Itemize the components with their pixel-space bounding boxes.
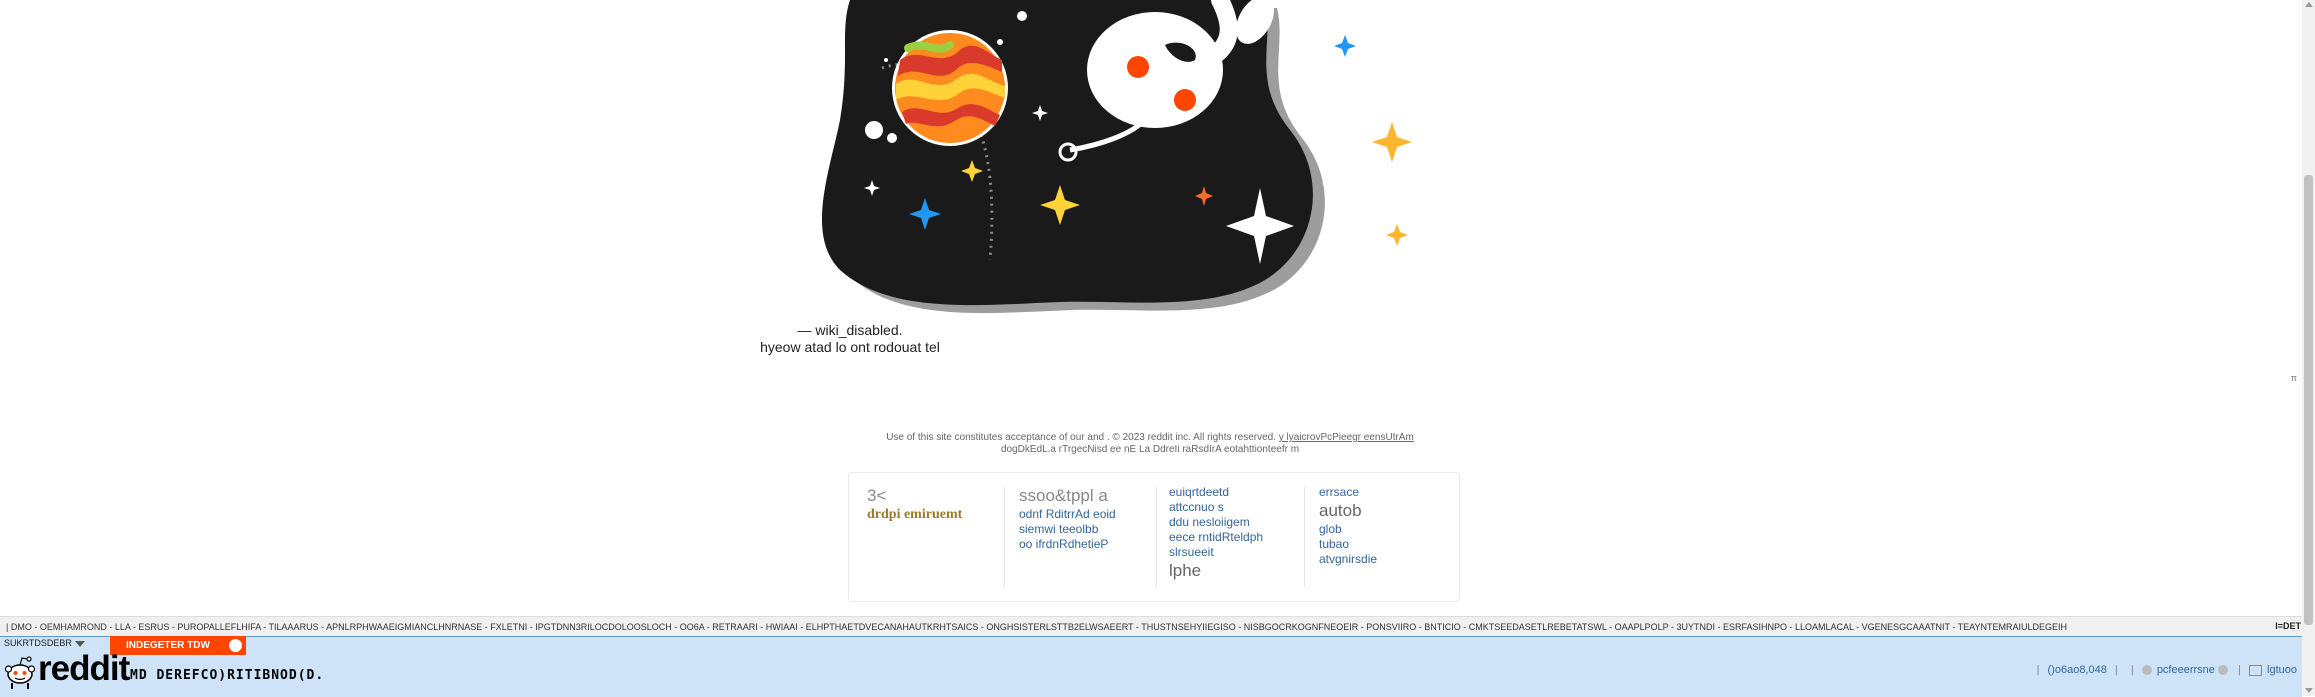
footer-col-1: 3< drdpi emiruemt bbox=[867, 485, 962, 522]
footer-col-2: ssoo&tppl a odnf RditrrAd eoid siemwi te… bbox=[1019, 485, 1116, 552]
reddit-premium-link[interactable]: drdpi emiruemt bbox=[867, 507, 962, 522]
subreddit-ticker-bar[interactable]: | DMO - OEMHAMROND - LLA - ESRUS - PUROP… bbox=[0, 616, 2302, 637]
footer-divider bbox=[1304, 487, 1305, 587]
footer-col-4-heading: autob bbox=[1319, 501, 1362, 520]
footer-link[interactable]: oo ifrdnRdhetieP bbox=[1019, 537, 1116, 552]
planet-icon bbox=[892, 30, 1008, 146]
footer-link[interactable]: tubao bbox=[1319, 537, 1377, 552]
footer-link[interactable]: errsace bbox=[1319, 485, 1377, 500]
scroll-up-icon[interactable] bbox=[2305, 2, 2313, 7]
footer-col-3: euiqrtdeetd attccnuo s ddu nesloiigem ee… bbox=[1169, 485, 1263, 582]
footer-divider bbox=[1156, 487, 1157, 587]
footer-link[interactable]: slrsueeit bbox=[1169, 545, 1263, 560]
error-subtitle: hyeow atad lo ont rodouat tel bbox=[760, 339, 940, 355]
star-icon bbox=[1322, 170, 1348, 198]
chevron-down-icon bbox=[74, 640, 85, 647]
feather-icon bbox=[229, 639, 242, 652]
footer-link[interactable]: odnf RditrrAd eoid bbox=[1019, 507, 1116, 522]
logout-link[interactable]: lgtuoo bbox=[2267, 664, 2297, 676]
star-icon bbox=[1334, 35, 1356, 57]
page-name: MD DEREFCO)RITIBNOD(D. bbox=[130, 668, 325, 683]
footer-col-2-heading: ssoo&tppl a bbox=[1019, 486, 1108, 505]
footer-col-4: errsace autob glob tubao atvgnirsdie bbox=[1319, 485, 1377, 567]
footer-col-1-heading: 3< bbox=[867, 486, 887, 505]
my-subreddits-dropdown[interactable]: SUKRTDSDEBR bbox=[4, 638, 85, 648]
ticker-more-link[interactable]: I=DET bbox=[2275, 616, 2301, 636]
footer-link[interactable]: atvgnirsdie bbox=[1319, 552, 1377, 567]
header-orange-tab[interactable]: INDEGETER TDW bbox=[110, 636, 246, 655]
user-area: | ()o6ao8,048 | | pcfeeerrsne | lgtuoo bbox=[2036, 664, 2297, 676]
karma-link[interactable]: ()o6ao8,048 bbox=[2048, 664, 2107, 676]
scroll-thumb[interactable] bbox=[2304, 175, 2313, 625]
footer-link[interactable]: glob bbox=[1319, 522, 1377, 537]
my-subreddits-label: SUKRTDSDEBR bbox=[4, 638, 72, 648]
subreddit-ticker-items[interactable]: | DMO - OEMHAMROND - LLA - ESRUS - PUROP… bbox=[6, 622, 2067, 632]
legal-notice: Use of this site constitutes acceptance … bbox=[840, 432, 1460, 456]
scroll-down-icon[interactable] bbox=[2305, 688, 2313, 693]
footer-link[interactable]: attccnuo s bbox=[1169, 500, 1263, 515]
snoo-logo-icon[interactable] bbox=[4, 650, 36, 690]
avatar bbox=[2217, 665, 2228, 676]
legal-line-1: Use of this site constitutes acceptance … bbox=[886, 432, 1276, 443]
reddit-header bbox=[0, 636, 2302, 697]
space-blob bbox=[821, 0, 1313, 306]
username-link[interactable]: pcfeeerrsne bbox=[2157, 664, 2215, 676]
legal-line-2: dogDkEdL.a rTrgecNisd ee nE La DdreIi ra… bbox=[1000, 444, 1300, 455]
footer-link[interactable]: eece rntidRteldph bbox=[1169, 530, 1263, 545]
error-title: — wiki_disabled. bbox=[797, 322, 903, 338]
reddit-wordmark[interactable]: reddit bbox=[38, 649, 130, 689]
space-snoo-illustration bbox=[821, 0, 1412, 314]
footer-link[interactable]: ddu nesloiigem bbox=[1169, 515, 1263, 530]
footer-link[interactable]: euiqrtdeetd bbox=[1169, 485, 1263, 500]
footer-col-3-heading: lphe bbox=[1169, 561, 1202, 580]
mail-icon[interactable] bbox=[2248, 664, 2262, 676]
orange-tab-label: INDEGETER TDW bbox=[126, 640, 210, 651]
star-icon bbox=[1386, 224, 1408, 246]
gear-icon[interactable] bbox=[2141, 665, 2152, 676]
legal-link[interactable]: y lyaicrovPcPieegr eensUtrAm bbox=[1279, 432, 1414, 443]
page-scrollbar[interactable] bbox=[2302, 0, 2315, 696]
side-marker: π bbox=[2290, 373, 2297, 383]
footer-link[interactable]: siemwi teeolbb bbox=[1019, 522, 1116, 537]
star-icon bbox=[1372, 122, 1412, 162]
footer-divider bbox=[1004, 487, 1005, 587]
footer-links-box: 3< drdpi emiruemt ssoo&tppl a odnf Rditr… bbox=[848, 472, 1460, 602]
